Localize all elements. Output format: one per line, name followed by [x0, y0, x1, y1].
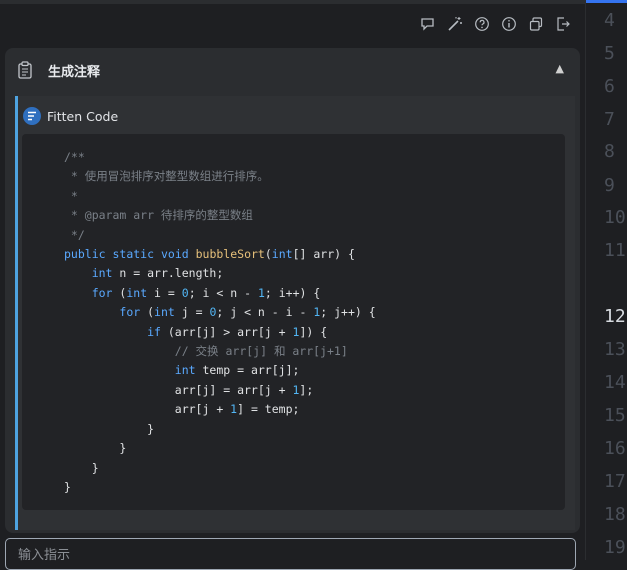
line-number: 17	[604, 471, 626, 492]
line-number: 6	[604, 76, 615, 97]
instruction-input[interactable]	[16, 547, 560, 564]
code-block[interactable]: /** * 使用冒泡排序对整型数组进行排序。 * * @param arr 待排…	[22, 134, 565, 510]
code-line: public static void bubbleSort(int[] arr)…	[64, 247, 355, 262]
line-number: 5	[604, 43, 615, 64]
code-line: }	[64, 460, 99, 475]
fitten-logo-icon	[23, 107, 41, 125]
line-number: 9	[604, 175, 615, 196]
line-number: 16	[604, 438, 626, 459]
code-line: arr[j + 1] = temp;	[64, 402, 300, 417]
code-line: */	[64, 227, 85, 242]
line-number: 19	[604, 537, 626, 558]
line-number: 10	[604, 207, 626, 228]
help-icon[interactable]	[474, 16, 490, 32]
clipboard-icon	[17, 61, 33, 83]
line-number: 4	[604, 10, 615, 31]
code-line: /**	[64, 150, 85, 164]
code-line: *	[64, 188, 78, 203]
exit-icon[interactable]	[555, 16, 571, 32]
code-line: * @param arr 待排序的整型数组	[64, 208, 253, 223]
code-line: }	[64, 421, 155, 436]
message-header: Fitten Code	[23, 106, 118, 126]
gutter-accent-bar	[586, 0, 627, 3]
line-number: 18	[604, 504, 626, 525]
code-line: arr[j] = arr[j + 1];	[64, 382, 314, 397]
code-line: for (int i = 0; i < n - 1; i++) {	[91, 285, 321, 300]
line-number: 8	[604, 141, 615, 162]
code-line: for (int j = 0; j < n - i - 1; j++) {	[119, 305, 376, 320]
copy-icon[interactable]	[528, 16, 544, 32]
panel-header[interactable]: 生成注释 ▲	[5, 48, 580, 92]
code-line: int temp = arr[j];	[174, 363, 300, 378]
instruction-input-box[interactable]	[5, 538, 576, 570]
code-line: }	[64, 441, 127, 456]
code-line: if (arr[j] > arr[j + 1]) {	[147, 324, 328, 339]
plugin-toolbar	[0, 4, 585, 44]
panel-title: 生成注释	[48, 65, 101, 80]
info-icon[interactable]	[501, 16, 517, 32]
magic-wand-icon[interactable]	[447, 16, 463, 32]
line-number: 13	[604, 339, 626, 360]
line-number: 7	[604, 109, 615, 130]
code-text: /** * 使用冒泡排序对整型数组进行排序。 * * @param arr 待排…	[64, 148, 376, 497]
line-number: 14	[604, 372, 626, 393]
chat-bubble-icon[interactable]	[420, 16, 436, 32]
editor-gutter: 4 5 6 7 8 9 10 11 12 13 14 15 16 17 18 19	[585, 0, 627, 560]
code-line: // 交换 arr[j] 和 arr[j+1]	[174, 344, 348, 359]
code-line: int n = arr.length;	[91, 266, 224, 281]
line-number: 12	[604, 306, 626, 327]
line-number: 11	[604, 240, 626, 261]
message-author: Fitten Code	[47, 108, 119, 124]
collapse-toggle-icon[interactable]: ▲	[556, 62, 564, 75]
code-line: * 使用冒泡排序对整型数组进行排序。	[64, 169, 269, 184]
line-number: 15	[604, 405, 626, 426]
code-line: }	[64, 479, 71, 494]
